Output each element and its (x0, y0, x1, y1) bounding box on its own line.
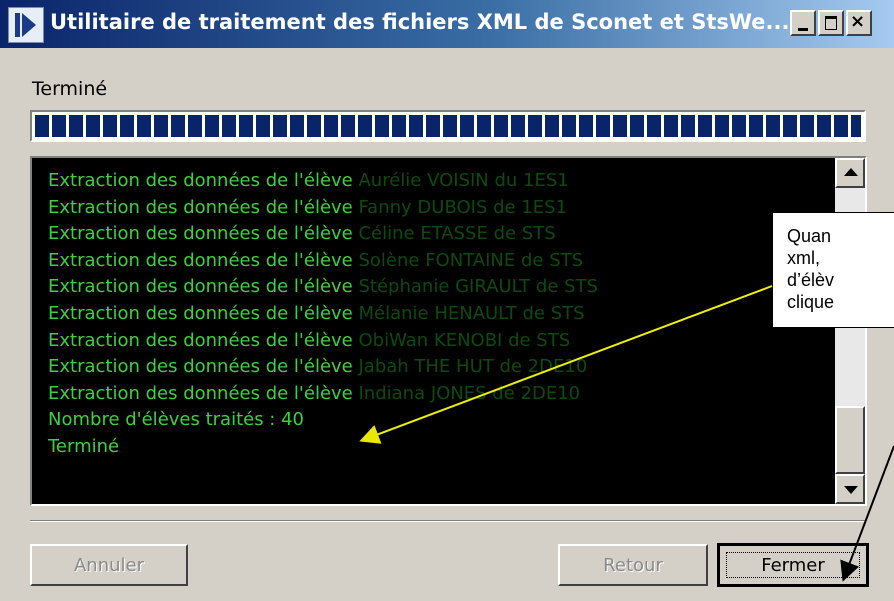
annotation-arrows (359, 285, 894, 582)
black-arrow (840, 445, 894, 582)
close-button-label: Fermer (761, 554, 825, 576)
yellow-arrow (359, 285, 773, 444)
